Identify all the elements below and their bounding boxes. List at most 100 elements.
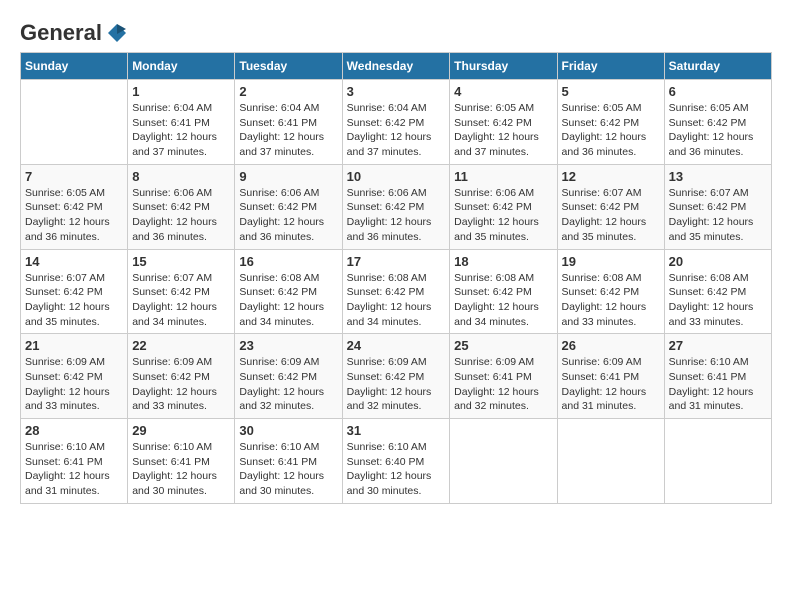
calendar-cell: 5 Sunrise: 6:05 AM Sunset: 6:42 PM Dayli… (557, 80, 664, 165)
day-number: 10 (347, 169, 446, 184)
calendar-week-5: 28 Sunrise: 6:10 AM Sunset: 6:41 PM Dayl… (21, 419, 772, 504)
day-info: Sunrise: 6:05 AM Sunset: 6:42 PM Dayligh… (454, 101, 552, 160)
day-info: Sunrise: 6:06 AM Sunset: 6:42 PM Dayligh… (132, 186, 230, 245)
day-info: Sunrise: 6:06 AM Sunset: 6:42 PM Dayligh… (239, 186, 337, 245)
calendar-cell: 6 Sunrise: 6:05 AM Sunset: 6:42 PM Dayli… (664, 80, 771, 165)
day-info: Sunrise: 6:09 AM Sunset: 6:42 PM Dayligh… (132, 355, 230, 414)
calendar-cell: 21 Sunrise: 6:09 AM Sunset: 6:42 PM Dayl… (21, 334, 128, 419)
day-info: Sunrise: 6:07 AM Sunset: 6:42 PM Dayligh… (669, 186, 767, 245)
day-number: 7 (25, 169, 123, 184)
day-number: 2 (239, 84, 337, 99)
logo: General (20, 20, 128, 42)
day-number: 24 (347, 338, 446, 353)
day-number: 25 (454, 338, 552, 353)
day-info: Sunrise: 6:08 AM Sunset: 6:42 PM Dayligh… (239, 271, 337, 330)
calendar-cell (21, 80, 128, 165)
calendar-cell (664, 419, 771, 504)
day-info: Sunrise: 6:10 AM Sunset: 6:41 PM Dayligh… (25, 440, 123, 499)
calendar-cell: 26 Sunrise: 6:09 AM Sunset: 6:41 PM Dayl… (557, 334, 664, 419)
day-info: Sunrise: 6:08 AM Sunset: 6:42 PM Dayligh… (669, 271, 767, 330)
day-number: 11 (454, 169, 552, 184)
day-header-saturday: Saturday (664, 53, 771, 80)
calendar-cell: 13 Sunrise: 6:07 AM Sunset: 6:42 PM Dayl… (664, 164, 771, 249)
calendar-week-1: 1 Sunrise: 6:04 AM Sunset: 6:41 PM Dayli… (21, 80, 772, 165)
day-number: 19 (562, 254, 660, 269)
calendar-cell: 28 Sunrise: 6:10 AM Sunset: 6:41 PM Dayl… (21, 419, 128, 504)
day-info: Sunrise: 6:05 AM Sunset: 6:42 PM Dayligh… (562, 101, 660, 160)
day-info: Sunrise: 6:08 AM Sunset: 6:42 PM Dayligh… (347, 271, 446, 330)
day-number: 21 (25, 338, 123, 353)
day-info: Sunrise: 6:10 AM Sunset: 6:41 PM Dayligh… (132, 440, 230, 499)
calendar-cell: 16 Sunrise: 6:08 AM Sunset: 6:42 PM Dayl… (235, 249, 342, 334)
day-number: 1 (132, 84, 230, 99)
page-header: General (20, 20, 772, 42)
calendar-cell: 18 Sunrise: 6:08 AM Sunset: 6:42 PM Dayl… (450, 249, 557, 334)
day-header-wednesday: Wednesday (342, 53, 450, 80)
calendar-week-3: 14 Sunrise: 6:07 AM Sunset: 6:42 PM Dayl… (21, 249, 772, 334)
calendar-cell: 2 Sunrise: 6:04 AM Sunset: 6:41 PM Dayli… (235, 80, 342, 165)
calendar-week-4: 21 Sunrise: 6:09 AM Sunset: 6:42 PM Dayl… (21, 334, 772, 419)
calendar-table: SundayMondayTuesdayWednesdayThursdayFrid… (20, 52, 772, 504)
calendar-cell: 23 Sunrise: 6:09 AM Sunset: 6:42 PM Dayl… (235, 334, 342, 419)
day-info: Sunrise: 6:10 AM Sunset: 6:40 PM Dayligh… (347, 440, 446, 499)
day-number: 13 (669, 169, 767, 184)
calendar-cell: 27 Sunrise: 6:10 AM Sunset: 6:41 PM Dayl… (664, 334, 771, 419)
day-info: Sunrise: 6:08 AM Sunset: 6:42 PM Dayligh… (562, 271, 660, 330)
calendar-cell: 1 Sunrise: 6:04 AM Sunset: 6:41 PM Dayli… (128, 80, 235, 165)
calendar-cell: 4 Sunrise: 6:05 AM Sunset: 6:42 PM Dayli… (450, 80, 557, 165)
calendar-cell: 17 Sunrise: 6:08 AM Sunset: 6:42 PM Dayl… (342, 249, 450, 334)
day-info: Sunrise: 6:05 AM Sunset: 6:42 PM Dayligh… (25, 186, 123, 245)
day-number: 15 (132, 254, 230, 269)
day-number: 8 (132, 169, 230, 184)
day-header-sunday: Sunday (21, 53, 128, 80)
calendar-week-2: 7 Sunrise: 6:05 AM Sunset: 6:42 PM Dayli… (21, 164, 772, 249)
calendar-cell: 3 Sunrise: 6:04 AM Sunset: 6:42 PM Dayli… (342, 80, 450, 165)
calendar-cell: 20 Sunrise: 6:08 AM Sunset: 6:42 PM Dayl… (664, 249, 771, 334)
day-header-monday: Monday (128, 53, 235, 80)
calendar-cell: 15 Sunrise: 6:07 AM Sunset: 6:42 PM Dayl… (128, 249, 235, 334)
day-info: Sunrise: 6:07 AM Sunset: 6:42 PM Dayligh… (132, 271, 230, 330)
day-header-thursday: Thursday (450, 53, 557, 80)
day-info: Sunrise: 6:09 AM Sunset: 6:41 PM Dayligh… (562, 355, 660, 414)
calendar-cell: 22 Sunrise: 6:09 AM Sunset: 6:42 PM Dayl… (128, 334, 235, 419)
calendar-cell: 10 Sunrise: 6:06 AM Sunset: 6:42 PM Dayl… (342, 164, 450, 249)
day-header-friday: Friday (557, 53, 664, 80)
calendar-cell: 24 Sunrise: 6:09 AM Sunset: 6:42 PM Dayl… (342, 334, 450, 419)
day-number: 16 (239, 254, 337, 269)
day-info: Sunrise: 6:07 AM Sunset: 6:42 PM Dayligh… (562, 186, 660, 245)
day-number: 6 (669, 84, 767, 99)
day-number: 22 (132, 338, 230, 353)
calendar-cell: 19 Sunrise: 6:08 AM Sunset: 6:42 PM Dayl… (557, 249, 664, 334)
day-number: 12 (562, 169, 660, 184)
day-number: 18 (454, 254, 552, 269)
day-number: 23 (239, 338, 337, 353)
calendar-cell: 25 Sunrise: 6:09 AM Sunset: 6:41 PM Dayl… (450, 334, 557, 419)
calendar-cell: 14 Sunrise: 6:07 AM Sunset: 6:42 PM Dayl… (21, 249, 128, 334)
calendar-cell: 29 Sunrise: 6:10 AM Sunset: 6:41 PM Dayl… (128, 419, 235, 504)
day-info: Sunrise: 6:06 AM Sunset: 6:42 PM Dayligh… (347, 186, 446, 245)
calendar-cell: 8 Sunrise: 6:06 AM Sunset: 6:42 PM Dayli… (128, 164, 235, 249)
day-number: 31 (347, 423, 446, 438)
calendar-cell (450, 419, 557, 504)
day-number: 17 (347, 254, 446, 269)
day-number: 27 (669, 338, 767, 353)
day-info: Sunrise: 6:04 AM Sunset: 6:41 PM Dayligh… (239, 101, 337, 160)
day-number: 14 (25, 254, 123, 269)
day-info: Sunrise: 6:05 AM Sunset: 6:42 PM Dayligh… (669, 101, 767, 160)
day-info: Sunrise: 6:09 AM Sunset: 6:42 PM Dayligh… (347, 355, 446, 414)
calendar-cell: 7 Sunrise: 6:05 AM Sunset: 6:42 PM Dayli… (21, 164, 128, 249)
day-number: 30 (239, 423, 337, 438)
calendar-header-row: SundayMondayTuesdayWednesdayThursdayFrid… (21, 53, 772, 80)
calendar-cell: 12 Sunrise: 6:07 AM Sunset: 6:42 PM Dayl… (557, 164, 664, 249)
day-number: 3 (347, 84, 446, 99)
day-info: Sunrise: 6:07 AM Sunset: 6:42 PM Dayligh… (25, 271, 123, 330)
calendar-cell: 30 Sunrise: 6:10 AM Sunset: 6:41 PM Dayl… (235, 419, 342, 504)
day-number: 4 (454, 84, 552, 99)
calendar-cell: 11 Sunrise: 6:06 AM Sunset: 6:42 PM Dayl… (450, 164, 557, 249)
day-info: Sunrise: 6:04 AM Sunset: 6:42 PM Dayligh… (347, 101, 446, 160)
day-info: Sunrise: 6:09 AM Sunset: 6:42 PM Dayligh… (25, 355, 123, 414)
calendar-cell: 9 Sunrise: 6:06 AM Sunset: 6:42 PM Dayli… (235, 164, 342, 249)
logo-general: General (20, 20, 102, 46)
calendar-cell (557, 419, 664, 504)
logo-icon (106, 22, 128, 44)
